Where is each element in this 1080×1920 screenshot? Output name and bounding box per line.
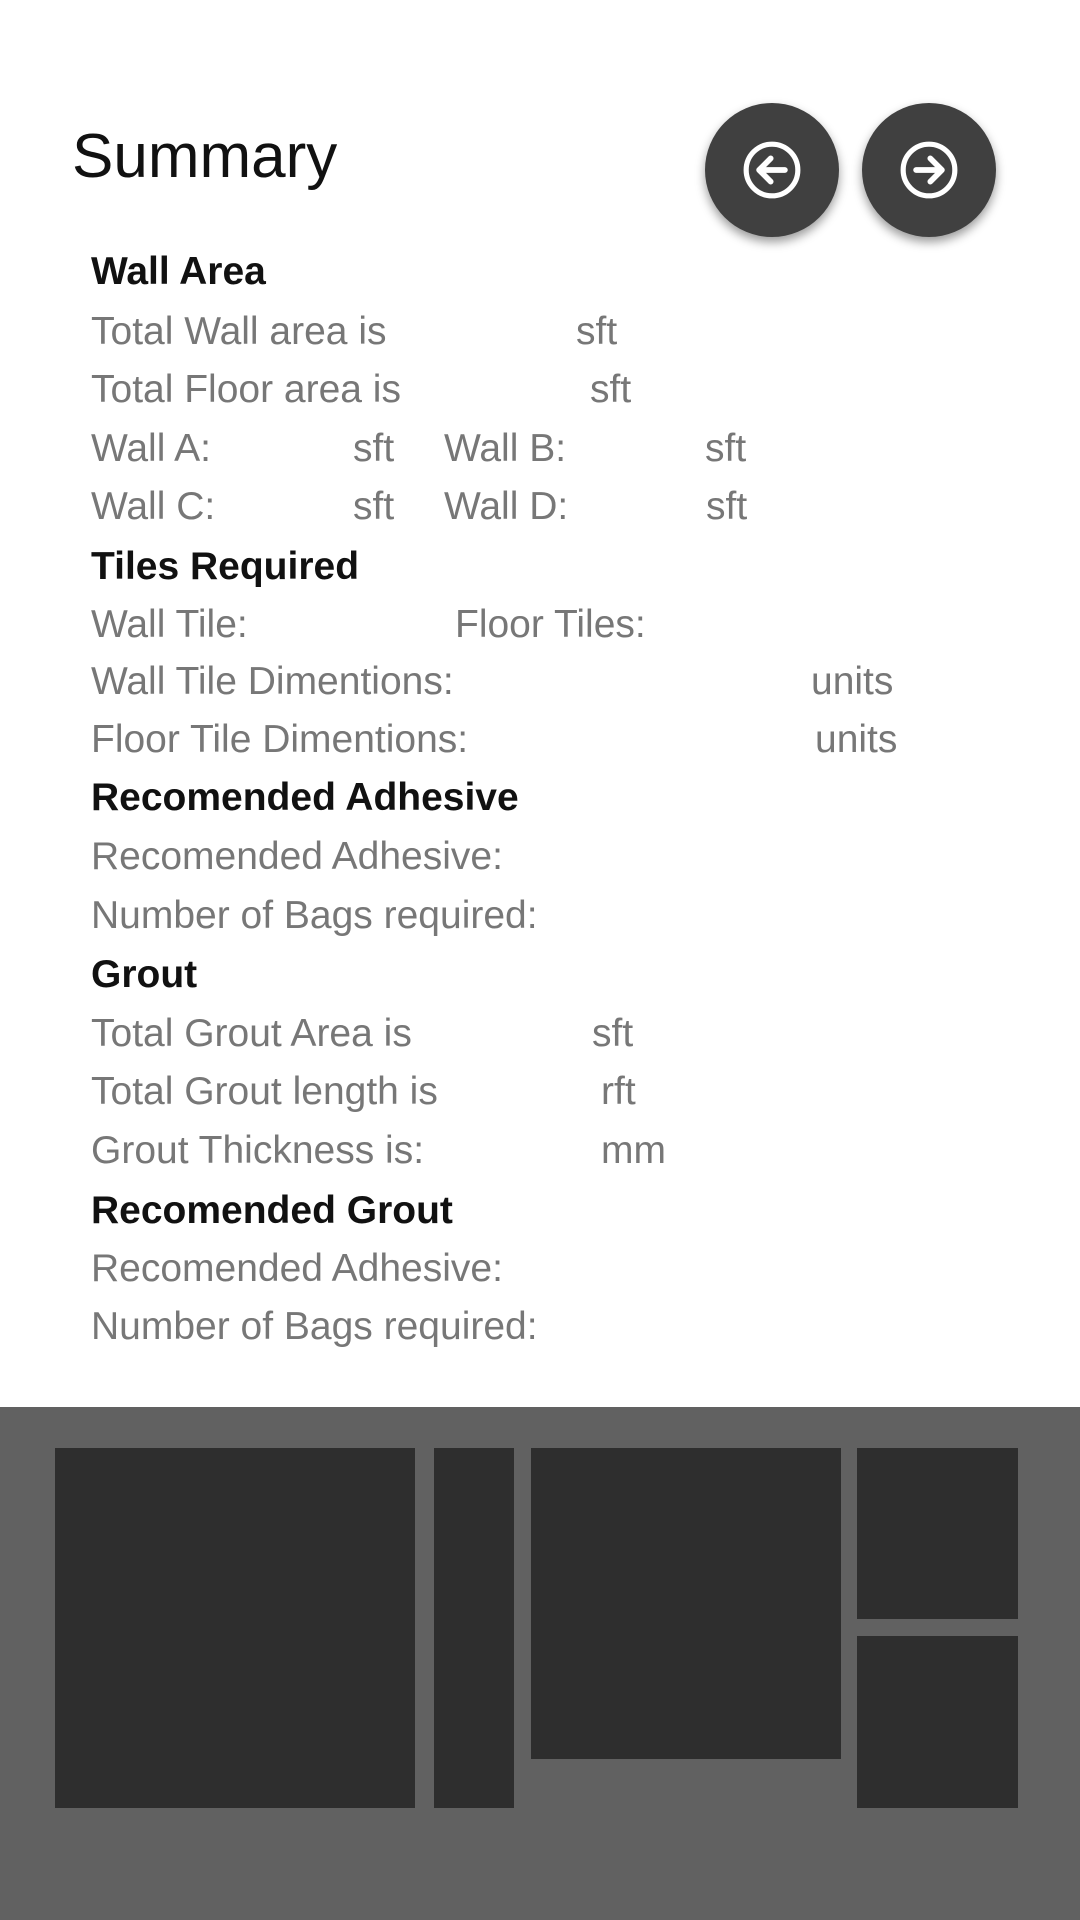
- recommended-grout-heading: Recomended Grout: [91, 1189, 453, 1232]
- wall-c-label: Wall C:: [91, 485, 216, 528]
- placeholder-tile: [857, 1448, 1018, 1619]
- wall-a-unit: sft: [353, 427, 395, 470]
- wall-tile-label: Wall Tile:: [91, 603, 248, 646]
- recommended-adhesive-label: Recomended Adhesive:: [91, 835, 503, 878]
- total-wall-area-label: Total Wall area is: [91, 310, 387, 353]
- wall-area-heading: Wall Area: [91, 250, 266, 293]
- wall-a-label: Wall A:: [91, 427, 211, 470]
- wall-b-unit: sft: [705, 427, 747, 470]
- floor-tile-dimensions-unit: units: [815, 718, 898, 761]
- placeholder-tile: [857, 1636, 1018, 1808]
- floor-tiles-label: Floor Tiles:: [455, 603, 646, 646]
- placeholder-tile: [531, 1448, 841, 1759]
- total-wall-area-unit: sft: [576, 310, 618, 353]
- total-floor-area-label: Total Floor area is: [91, 368, 401, 411]
- wall-d-label: Wall D:: [444, 485, 569, 528]
- placeholder-tile: [55, 1448, 415, 1808]
- page-title: Summary: [72, 122, 338, 191]
- total-floor-area-unit: sft: [590, 368, 632, 411]
- wall-d-unit: sft: [706, 485, 748, 528]
- wall-tile-dimensions-label: Wall Tile Dimentions:: [91, 660, 454, 703]
- forward-button[interactable]: [862, 103, 996, 237]
- arrow-left-circle-icon: [743, 141, 801, 199]
- wall-tile-dimensions-unit: units: [811, 660, 894, 703]
- placeholder-tile: [434, 1448, 514, 1808]
- grout-area-label: Total Grout Area is: [91, 1012, 412, 1055]
- recommended-adhesive-heading: Recomended Adhesive: [91, 776, 519, 819]
- grout-area-unit: sft: [592, 1012, 634, 1055]
- grout-thickness-label: Grout Thickness is:: [91, 1129, 425, 1172]
- floor-tile-dimensions-label: Floor Tile Dimentions:: [91, 718, 469, 761]
- recommended-grout-adhesive-label: Recomended Adhesive:: [91, 1247, 503, 1290]
- grout-length-unit: rft: [601, 1070, 636, 1113]
- wall-c-unit: sft: [353, 485, 395, 528]
- arrow-right-circle-icon: [900, 141, 958, 199]
- grout-length-label: Total Grout length is: [91, 1070, 438, 1113]
- tiles-required-heading: Tiles Required: [91, 545, 360, 588]
- adhesive-bags-label: Number of Bags required:: [91, 894, 538, 937]
- back-button[interactable]: [705, 103, 839, 237]
- wall-b-label: Wall B:: [444, 427, 567, 470]
- grout-bags-label: Number of Bags required:: [91, 1305, 538, 1348]
- grout-heading: Grout: [91, 953, 198, 996]
- grout-thickness-unit: mm: [601, 1129, 666, 1172]
- bottom-panel: [0, 1407, 1080, 1920]
